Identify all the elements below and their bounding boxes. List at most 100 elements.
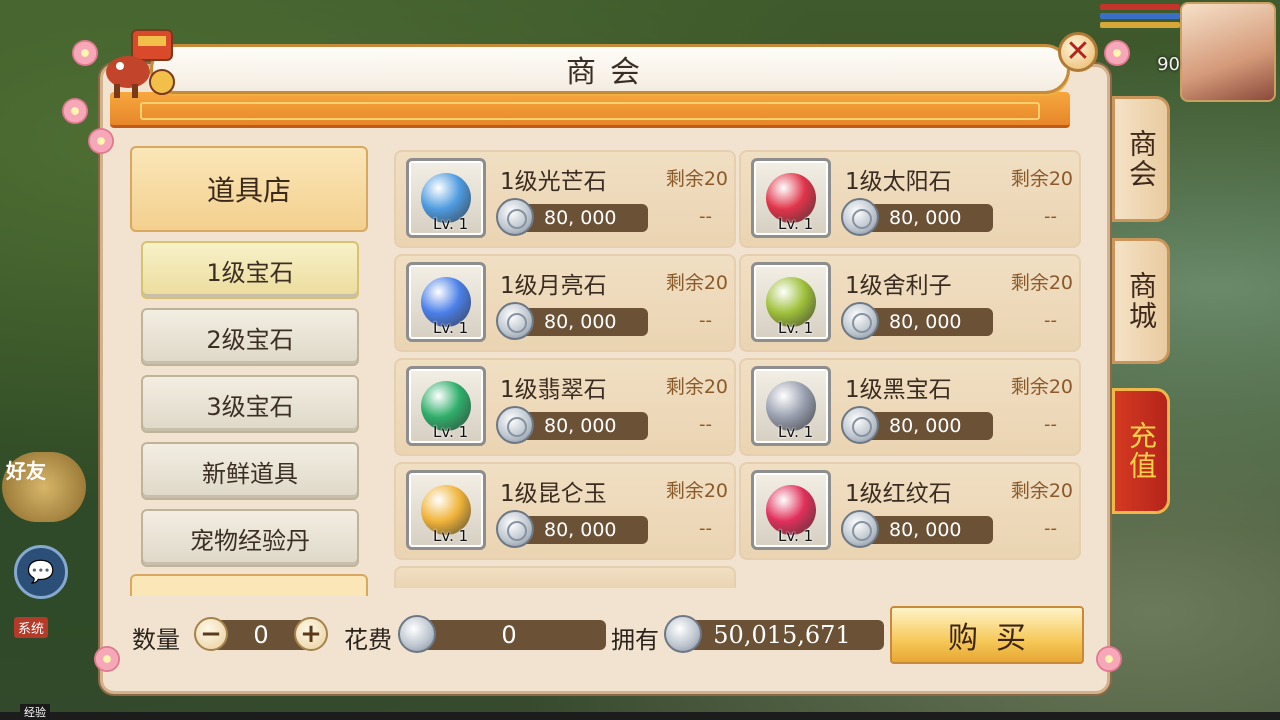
category-gem-level-2[interactable]: 2级宝石 bbox=[141, 308, 359, 366]
item-card[interactable]: Lv. 1 1级太阳石 剩余20 80, 000 -- bbox=[739, 150, 1081, 248]
item-level: Lv. 1 bbox=[433, 527, 469, 545]
item-card[interactable]: Lv. 1 1级翡翠石 剩余20 80, 000 -- bbox=[394, 358, 736, 456]
silver-coin-icon bbox=[841, 510, 879, 548]
category-gem-level-1[interactable]: 1级宝石 bbox=[141, 241, 359, 299]
flower-decoration bbox=[72, 40, 98, 66]
silver-coin-icon bbox=[841, 302, 879, 340]
item-remaining: 剩余20 bbox=[665, 272, 728, 294]
crystal-blue-icon: Lv. 1 bbox=[406, 158, 486, 238]
item-level: Lv. 1 bbox=[778, 215, 814, 233]
item-status: -- bbox=[1044, 310, 1057, 331]
mascot-icon bbox=[106, 29, 175, 98]
item-card[interactable]: Lv. 1 1级月亮石 剩余20 80, 000 -- bbox=[394, 254, 736, 352]
item-price: 80, 000 bbox=[861, 204, 993, 232]
item-level: Lv. 1 bbox=[778, 423, 814, 441]
item-name: 1级昆仑玉 bbox=[500, 481, 607, 507]
minus-button[interactable]: − bbox=[194, 617, 228, 651]
item-level: Lv. 1 bbox=[433, 423, 469, 441]
item-name: 1级红纹石 bbox=[845, 481, 952, 507]
category-header[interactable]: 道具店 bbox=[130, 146, 368, 232]
item-status: -- bbox=[1044, 518, 1057, 539]
owned-currency: 50,015,671 bbox=[680, 620, 884, 650]
close-icon[interactable]: ✕ bbox=[1058, 32, 1098, 72]
system-tag: 系统 bbox=[14, 617, 49, 638]
item-level: Lv. 1 bbox=[778, 527, 814, 545]
tab-shangcheng[interactable]: 商城 bbox=[1112, 238, 1170, 364]
hud-status-bars bbox=[1100, 4, 1180, 31]
quantity-label: 数量 bbox=[132, 626, 180, 654]
page-title: 商会 bbox=[566, 55, 654, 90]
item-status: -- bbox=[699, 206, 712, 227]
category-gem-level-3[interactable]: 3级宝石 bbox=[141, 375, 359, 433]
item-name: 1级黑宝石 bbox=[845, 377, 952, 403]
silver-coin-icon bbox=[841, 198, 879, 236]
item-price: 80, 000 bbox=[861, 412, 993, 440]
cost-value: 0 bbox=[412, 620, 606, 650]
flower-decoration bbox=[62, 98, 88, 124]
silver-coin-icon bbox=[496, 198, 534, 236]
item-status: -- bbox=[1044, 206, 1057, 227]
category-pet-exp-pill[interactable]: 宠物经验丹 bbox=[141, 509, 359, 567]
item-remaining: 剩余20 bbox=[665, 376, 728, 398]
item-price: 80, 000 bbox=[516, 204, 648, 232]
item-price: 80, 000 bbox=[516, 308, 648, 336]
cost-label: 花费 bbox=[344, 626, 392, 654]
item-price: 80, 000 bbox=[516, 412, 648, 440]
player-level: 90 bbox=[1157, 54, 1180, 75]
item-price: 80, 000 bbox=[861, 516, 993, 544]
tab-shanghui[interactable]: 商会 bbox=[1112, 96, 1170, 222]
moon-stone-icon: Lv. 1 bbox=[406, 262, 486, 342]
item-card[interactable]: Lv. 1 1级红纹石 剩余20 80, 000 -- bbox=[739, 462, 1081, 560]
plus-button[interactable]: + bbox=[294, 617, 328, 651]
item-name: 1级舍利子 bbox=[845, 273, 952, 299]
silver-coin-icon bbox=[398, 615, 436, 653]
item-price: 80, 000 bbox=[861, 308, 993, 336]
exp-label: 经验 bbox=[20, 704, 50, 720]
flower-decoration bbox=[1096, 646, 1122, 672]
item-level: Lv. 1 bbox=[778, 319, 814, 337]
item-status: -- bbox=[699, 518, 712, 539]
item-name: 1级光芒石 bbox=[500, 169, 607, 195]
silver-coin-icon bbox=[496, 406, 534, 444]
item-level: Lv. 1 bbox=[433, 319, 469, 337]
flower-decoration bbox=[94, 646, 120, 672]
item-remaining: 剩余20 bbox=[1010, 376, 1073, 398]
item-name: 1级翡翠石 bbox=[500, 377, 607, 403]
header-band bbox=[110, 92, 1070, 128]
player-portrait[interactable] bbox=[1180, 2, 1276, 102]
item-card[interactable]: Lv. 1 1级舍利子 剩余20 80, 000 -- bbox=[739, 254, 1081, 352]
item-status: -- bbox=[1044, 414, 1057, 435]
item-status: -- bbox=[699, 310, 712, 331]
friend-button[interactable]: 好友 bbox=[2, 452, 86, 522]
item-status: -- bbox=[699, 414, 712, 435]
jade-stone-icon: Lv. 1 bbox=[406, 366, 486, 446]
category-next-partial[interactable] bbox=[130, 574, 368, 596]
flower-decoration bbox=[1104, 40, 1130, 66]
item-card[interactable]: Lv. 1 1级光芒石 剩余20 80, 000 -- bbox=[394, 150, 736, 248]
kunlun-jade-icon: Lv. 1 bbox=[406, 470, 486, 550]
silver-coin-icon bbox=[664, 615, 702, 653]
item-card[interactable]: Lv. 1 1级昆仑玉 剩余20 80, 000 -- bbox=[394, 462, 736, 560]
item-name: 1级月亮石 bbox=[500, 273, 607, 299]
item-card-partial[interactable] bbox=[394, 566, 736, 588]
sun-stone-icon: Lv. 1 bbox=[751, 158, 831, 238]
own-label: 拥有 bbox=[611, 626, 659, 654]
tab-chongzhi[interactable]: 充值 bbox=[1112, 388, 1170, 514]
item-name: 1级太阳石 bbox=[845, 169, 952, 195]
silver-coin-icon bbox=[496, 510, 534, 548]
item-remaining: 剩余20 bbox=[1010, 272, 1073, 294]
silver-coin-icon bbox=[496, 302, 534, 340]
category-fresh-items[interactable]: 新鲜道具 bbox=[141, 442, 359, 500]
item-level: Lv. 1 bbox=[433, 215, 469, 233]
chat-icon[interactable]: 💬 bbox=[14, 545, 68, 599]
exp-bar bbox=[0, 712, 1280, 720]
title-bar: 商会 bbox=[150, 44, 1070, 94]
item-card[interactable]: Lv. 1 1级黑宝石 剩余20 80, 000 -- bbox=[739, 358, 1081, 456]
red-stripe-stone-icon: Lv. 1 bbox=[751, 470, 831, 550]
item-remaining: 剩余20 bbox=[665, 480, 728, 502]
black-gem-icon: Lv. 1 bbox=[751, 366, 831, 446]
relic-beads-icon: Lv. 1 bbox=[751, 262, 831, 342]
item-remaining: 剩余20 bbox=[1010, 480, 1073, 502]
flower-decoration bbox=[88, 128, 114, 154]
buy-button[interactable]: 购买 bbox=[890, 606, 1084, 664]
